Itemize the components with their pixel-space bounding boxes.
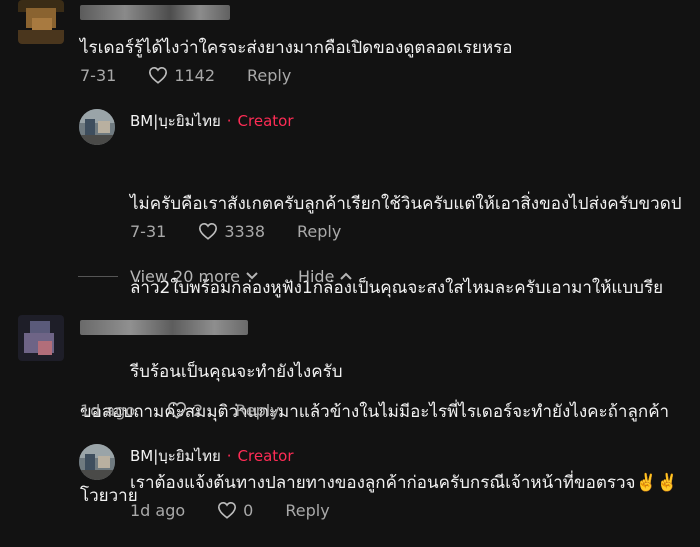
comment-meta: 7-31 1142 Reply — [80, 63, 291, 87]
chevron-down-icon — [246, 272, 258, 280]
reply-meta: 7-31 3338 Reply — [130, 219, 341, 243]
heart-outline-icon — [199, 222, 218, 240]
like-button[interactable]: 2 — [167, 401, 203, 420]
like-button[interactable]: 3338 — [198, 222, 265, 241]
creator-name-row: BM|บฺะยิมไทย · Creator — [130, 445, 294, 467]
like-count: 3338 — [224, 221, 266, 241]
reply-line: ไม่ครับคือเราสังเกตครับลูกค้าเรียกใช้วิน… — [130, 194, 682, 214]
avatar[interactable] — [18, 0, 64, 44]
like-button[interactable]: 1142 — [148, 66, 215, 85]
reply-button[interactable]: Reply — [247, 66, 291, 85]
comment-date: 1d ago — [80, 400, 136, 420]
creator-reply-text: เราต้องแจ้งต้นทางปลายทางของลูกค้าก่อนครั… — [130, 473, 678, 493]
heart-outline-icon — [168, 401, 187, 419]
chevron-up-icon — [340, 272, 353, 280]
comment-text: ไรเดอร์รู้ได้ไงว่าใครจะส่งยางมากคือเปิดข… — [80, 38, 513, 58]
heart-outline-icon — [218, 501, 237, 519]
reply-date: 7-31 — [130, 221, 167, 241]
view-more-button[interactable]: View 20 more — [130, 267, 258, 286]
divider — [78, 275, 118, 277]
hide-label: Hide — [297, 266, 335, 286]
reply-meta: 1d ago 0 Reply — [130, 498, 330, 522]
like-count: 1142 — [174, 65, 216, 85]
username-blurred[interactable] — [80, 5, 230, 20]
like-button[interactable]: 0 — [217, 501, 253, 520]
view-more-label: View 20 more — [130, 266, 240, 286]
creator-name-row: BM|บฺะยิมไทย · Creator — [130, 110, 294, 132]
reply-date: 1d ago — [130, 500, 186, 520]
creator-username[interactable]: BM|บฺะยิมไทย — [130, 444, 221, 468]
reply-button[interactable]: Reply — [297, 222, 341, 241]
creator-username[interactable]: BM|บฺะยิมไทย — [130, 109, 221, 133]
avatar[interactable] — [18, 315, 64, 361]
view-more-row: View 20 more Hide — [78, 265, 353, 287]
creator-avatar-image — [79, 109, 115, 145]
comment-meta: 1d ago 2 Reply — [80, 398, 280, 422]
badge-separator: · — [226, 447, 232, 465]
reply-button[interactable]: Reply — [235, 401, 279, 420]
creator-avatar[interactable] — [79, 109, 115, 145]
username-blurred[interactable] — [80, 320, 248, 335]
like-count: 0 — [243, 500, 254, 520]
creator-badge: Creator — [237, 112, 294, 130]
like-count: 2 — [193, 400, 204, 420]
hide-button[interactable]: Hide — [297, 266, 353, 286]
badge-separator: · — [226, 112, 232, 130]
reply-button[interactable]: Reply — [285, 501, 329, 520]
comment-date: 7-31 — [80, 65, 117, 85]
creator-badge: Creator — [237, 447, 294, 465]
heart-outline-icon — [149, 66, 168, 84]
creator-avatar[interactable] — [79, 444, 115, 480]
creator-avatar-image — [79, 444, 115, 480]
